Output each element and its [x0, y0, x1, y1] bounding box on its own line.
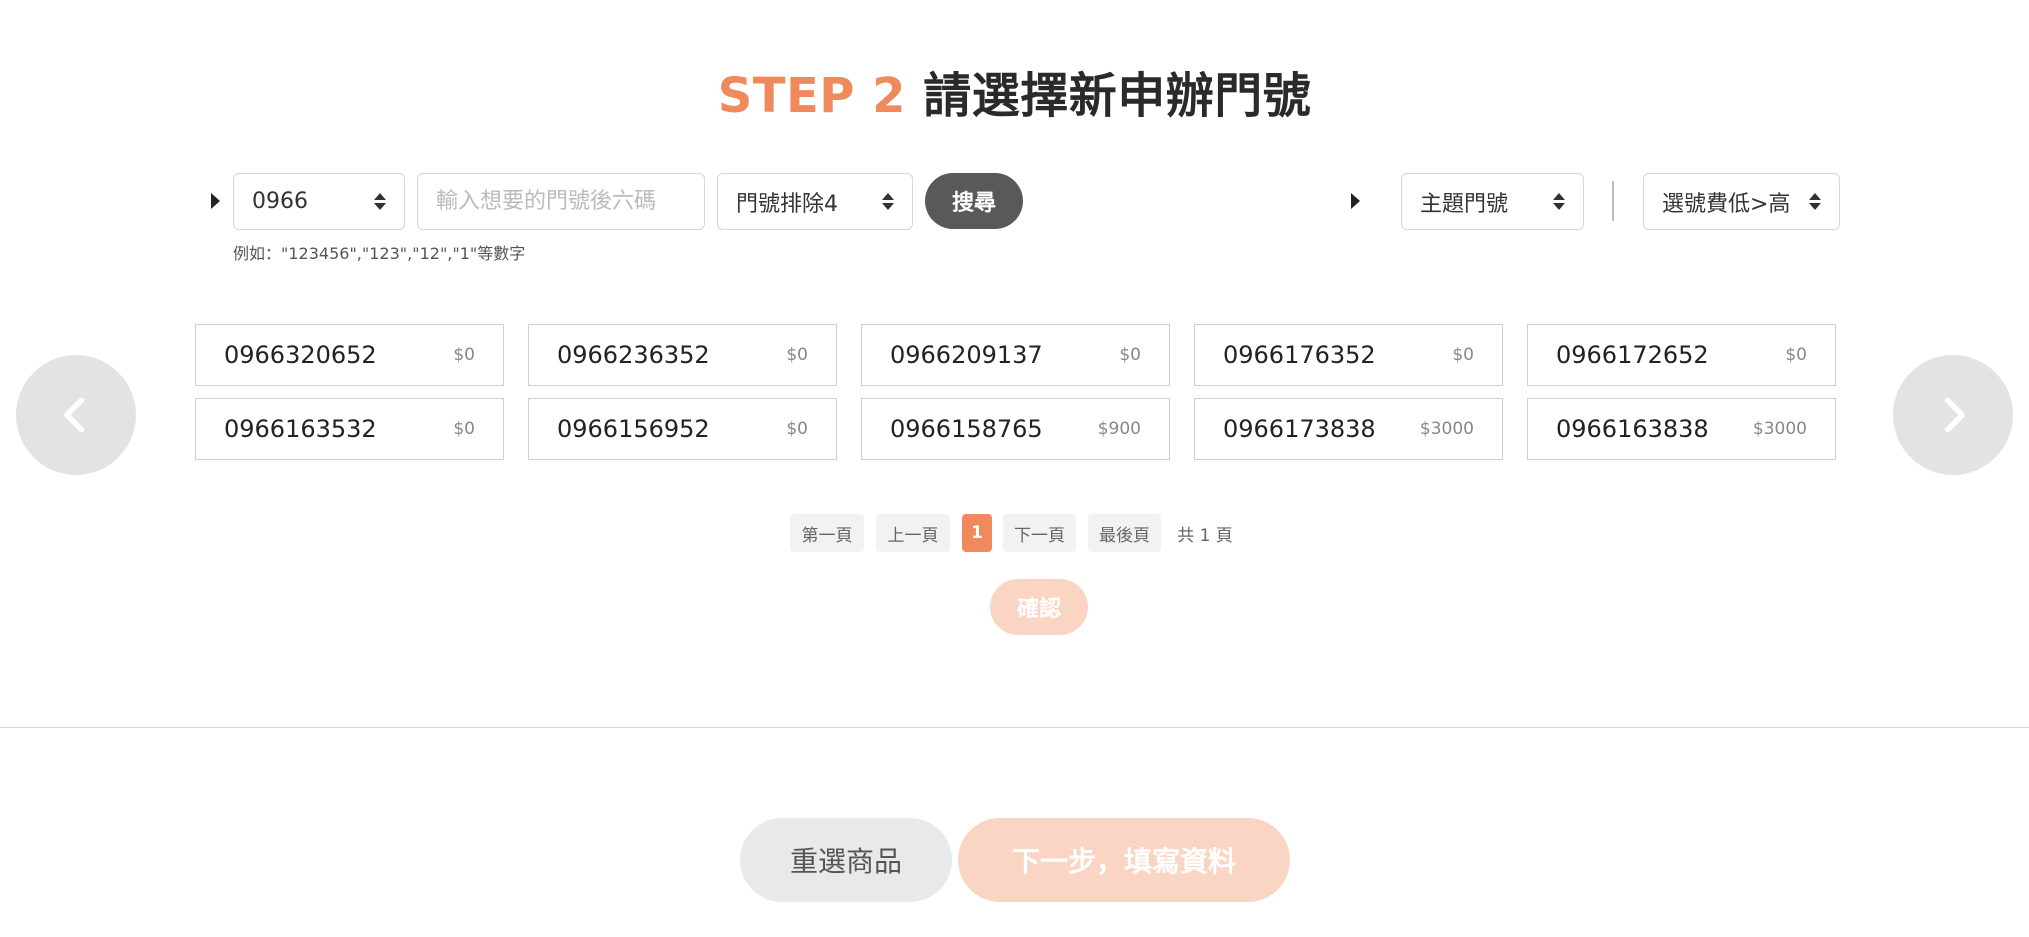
pagination-current[interactable]: 1: [962, 514, 992, 552]
search-button[interactable]: 搜尋: [925, 173, 1023, 229]
step-label: STEP 2: [717, 68, 907, 124]
exclude-select[interactable]: 門號排除4: [717, 173, 913, 230]
caret-right-icon: [1351, 193, 1360, 209]
number-price: $900: [1097, 419, 1141, 439]
number-value: 0966173838: [1223, 415, 1376, 443]
number-option[interactable]: 0966172652 $0: [1527, 324, 1836, 386]
step-title: 請選擇新申辦門號: [923, 68, 1312, 124]
pagination-last[interactable]: 最後頁: [1088, 514, 1161, 552]
search-hint: 例如："123456","123","12","1"等數字: [233, 244, 526, 263]
number-price: $0: [453, 345, 475, 365]
reselect-product-button[interactable]: 重選商品: [740, 818, 952, 902]
theme-select-value: 主題門號: [1420, 191, 1509, 217]
number-value: 0966176352: [1223, 341, 1376, 369]
filter-divider: [1612, 181, 1614, 221]
page-title: STEP 2 請選擇新申辦門號: [0, 56, 2029, 126]
number-option[interactable]: 0966156952 $0: [528, 398, 837, 460]
number-price: $0: [786, 419, 808, 439]
number-price: $3000: [1419, 419, 1474, 439]
pagination-total: 共 1 頁: [1177, 525, 1233, 546]
number-value: 0966158765: [890, 415, 1043, 443]
select-arrows-icon: [1553, 193, 1565, 210]
number-value: 0966320652: [224, 341, 377, 369]
caret-right-icon: [211, 193, 220, 209]
prefix-select[interactable]: 0966: [233, 173, 405, 230]
number-value: 0966156952: [557, 415, 710, 443]
number-option[interactable]: 0966163838 $3000: [1527, 398, 1836, 460]
number-value: 0966172652: [1556, 341, 1709, 369]
pagination-prev[interactable]: 上一頁: [876, 514, 950, 552]
number-option[interactable]: 0966163532 $0: [195, 398, 504, 460]
chevron-right-icon: [1944, 397, 1965, 433]
theme-select[interactable]: 主題門號: [1401, 173, 1584, 230]
number-option[interactable]: 0966176352 $0: [1194, 324, 1503, 386]
number-option[interactable]: 0966209137 $0: [861, 324, 1170, 386]
sort-select-value: 選號費低>高: [1662, 191, 1791, 217]
number-price: $0: [786, 345, 808, 365]
number-value: 0966163838: [1556, 415, 1709, 443]
number-price: $0: [1452, 345, 1474, 365]
number-option[interactable]: 0966173838 $3000: [1194, 398, 1503, 460]
select-arrows-icon: [882, 193, 894, 210]
select-arrows-icon: [374, 193, 386, 210]
sort-select[interactable]: 選號費低>高: [1643, 173, 1840, 230]
number-price: $0: [453, 419, 475, 439]
section-divider: [0, 727, 2029, 728]
number-option[interactable]: 0966158765 $900: [861, 398, 1170, 460]
next-page-arrow[interactable]: [1893, 355, 2013, 475]
pagination-first[interactable]: 第一頁: [790, 514, 864, 552]
number-value: 0966236352: [557, 341, 710, 369]
number-price: $0: [1119, 345, 1141, 365]
prefix-select-value: 0966: [252, 189, 308, 214]
chevron-left-icon: [64, 397, 85, 433]
number-option[interactable]: 0966320652 $0: [195, 324, 504, 386]
exclude-select-value: 門號排除4: [736, 191, 838, 217]
number-value: 0966209137: [890, 341, 1043, 369]
number-price: $3000: [1752, 419, 1807, 439]
pagination-next[interactable]: 下一頁: [1003, 514, 1076, 552]
next-step-button[interactable]: 下一步，填寫資料: [958, 818, 1290, 902]
number-price: $0: [1785, 345, 1807, 365]
number-search-input[interactable]: [417, 173, 705, 230]
prev-page-arrow[interactable]: [16, 355, 136, 475]
number-value: 0966163532: [224, 415, 377, 443]
confirm-button[interactable]: 確認: [990, 579, 1088, 635]
number-option[interactable]: 0966236352 $0: [528, 324, 837, 386]
select-arrows-icon: [1809, 193, 1821, 210]
